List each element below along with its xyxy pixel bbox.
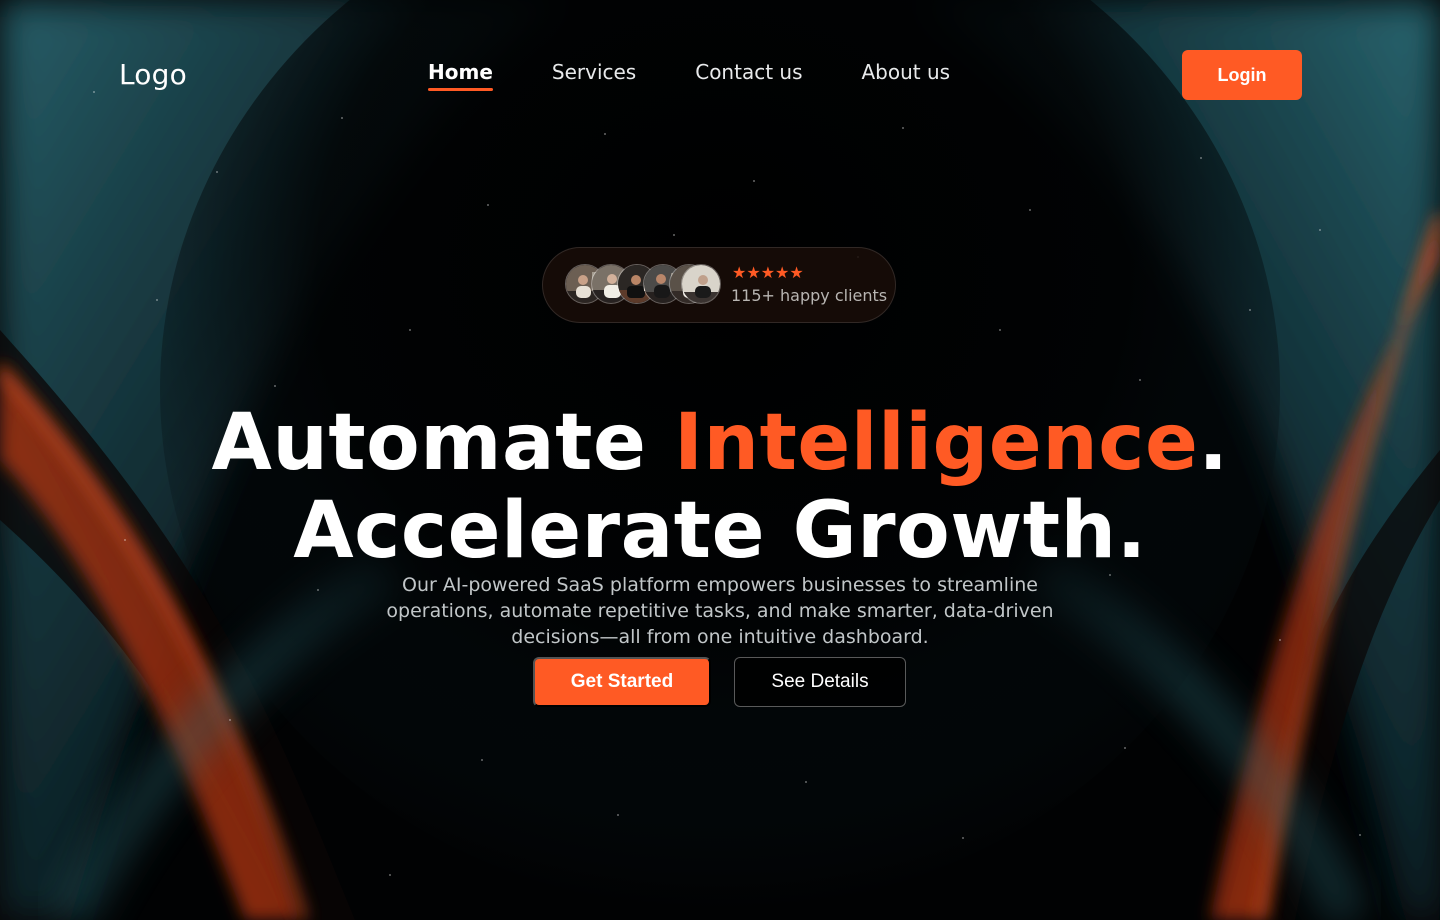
- hero-headline: Automate Intelligence. Accelerate Growth…: [0, 399, 1440, 575]
- client-avatar-6: [681, 264, 721, 304]
- primary-nav-links: Home Services Contact us About us: [428, 60, 951, 91]
- headline-prefix: Automate: [211, 398, 675, 489]
- login-button[interactable]: Login: [1182, 50, 1302, 100]
- see-details-button[interactable]: See Details: [734, 657, 906, 707]
- headline-second-line: Accelerate Growth.: [293, 486, 1147, 577]
- nav-link-about-us[interactable]: About us: [862, 60, 951, 84]
- headline-accent: Intelligence: [674, 398, 1199, 489]
- nav-link-contact-us[interactable]: Contact us: [695, 60, 802, 84]
- social-proof-pill: ★★★★★ 115+ happy clients: [542, 247, 896, 323]
- brand-logo[interactable]: Logo: [119, 58, 187, 91]
- headline-period: .: [1198, 398, 1229, 489]
- happy-clients-count: 115+ happy clients: [731, 286, 888, 305]
- five-star-rating: ★★★★★: [732, 263, 804, 282]
- get-started-button[interactable]: Get Started: [533, 657, 711, 707]
- nav-link-home[interactable]: Home: [428, 60, 493, 91]
- hero-subtitle: Our AI-powered SaaS platform empowers bu…: [386, 574, 1054, 648]
- top-navigation: Logo Home Services Contact us About us L…: [0, 0, 1440, 150]
- client-avatars: [565, 264, 721, 306]
- nav-link-services[interactable]: Services: [552, 60, 636, 84]
